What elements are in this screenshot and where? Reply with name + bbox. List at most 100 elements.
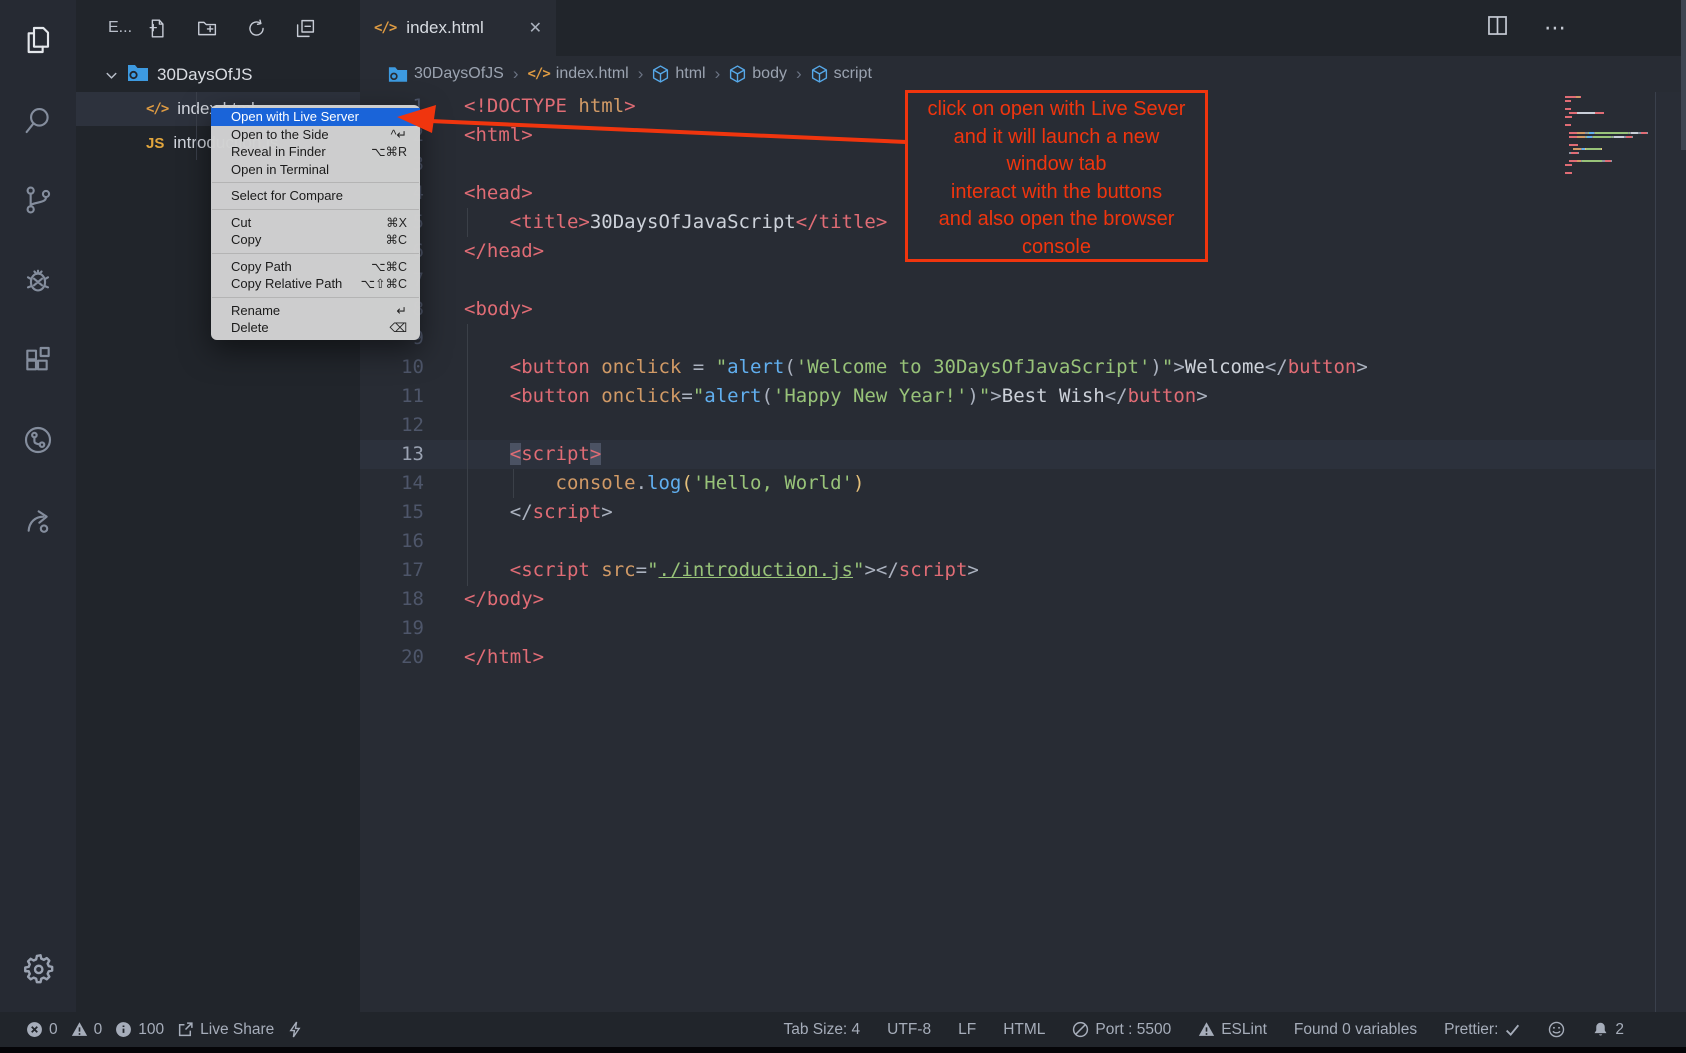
activity-item-run-and-debug[interactable] — [0, 240, 76, 320]
line-content — [424, 266, 464, 295]
eol-indicator[interactable]: LF — [958, 1021, 976, 1039]
language-indicator[interactable]: HTML — [1003, 1021, 1045, 1039]
menu-item-copy[interactable]: Copy ⌘C — [211, 231, 420, 249]
activity-item-source-control[interactable] — [0, 160, 76, 240]
menu-item-open-in-terminal[interactable]: Open in Terminal — [211, 161, 420, 179]
info-count[interactable]: 100 — [115, 1021, 164, 1039]
menu-item-delete[interactable]: Delete⌫ — [211, 319, 420, 337]
menu-item-label: Copy — [231, 232, 261, 247]
live-server-port[interactable]: Port : 5500 — [1072, 1021, 1171, 1039]
new-folder-icon[interactable] — [197, 18, 218, 39]
activity-item-extensions[interactable] — [0, 320, 76, 400]
bolt-icon[interactable] — [287, 1021, 304, 1038]
folder-icon — [388, 66, 408, 83]
activity-item-gitlens[interactable] — [0, 400, 76, 480]
explorer-actions — [148, 18, 316, 39]
live-share-button[interactable]: Live Share — [177, 1021, 274, 1039]
indent-guide — [513, 469, 514, 498]
eslint-status[interactable]: ESLint — [1198, 1021, 1267, 1039]
menu-item-open-with-live-server[interactable]: Open with Live Server — [211, 108, 420, 126]
line-number: 17 — [360, 556, 424, 585]
breadcrumb-item-body[interactable]: body — [729, 65, 787, 83]
code-line-8[interactable]: 8<body> — [360, 295, 1655, 324]
menu-item-shortcut: ^↵ — [391, 127, 407, 142]
breadcrumb-item-html[interactable]: html — [652, 65, 705, 83]
menu-item-select-for-compare[interactable]: Select for Compare — [211, 187, 420, 205]
line-content: </script> — [424, 498, 613, 527]
line-number: 14 — [360, 469, 424, 498]
menu-item-label: Select for Compare — [231, 188, 343, 203]
breadcrumb-item-script[interactable]: script — [811, 65, 872, 83]
problems-errors[interactable]: 0 — [26, 1021, 58, 1039]
variables-found[interactable]: Found 0 variables — [1294, 1021, 1417, 1039]
line-content: <html> — [424, 121, 533, 150]
code-line-12[interactable]: 12 — [360, 411, 1655, 440]
menu-item-reveal-in-finder[interactable]: Reveal in Finder⌥⌘R — [211, 143, 420, 161]
code-line-19[interactable]: 19 — [360, 614, 1655, 643]
code-line-17[interactable]: 17 <script src="./introduction.js"></scr… — [360, 556, 1655, 585]
menu-item-shortcut: ⌥⌘R — [371, 144, 407, 159]
window-bottom-edge — [0, 1047, 1686, 1053]
activity-item-live-share[interactable] — [0, 480, 76, 560]
line-content: <script src="./introduction.js"></script… — [424, 556, 979, 585]
code-line-13[interactable]: 13 <script> — [360, 440, 1655, 469]
notifications-bell[interactable]: 2 — [1592, 1021, 1624, 1039]
annotation-text-line: interact with the buttons — [908, 179, 1205, 207]
code-line-18[interactable]: 18</body> — [360, 585, 1655, 614]
menu-item-open-to-the-side[interactable]: Open to the Side ^↵ — [211, 126, 420, 144]
encoding-indicator[interactable]: UTF-8 — [887, 1021, 931, 1039]
menu-item-rename[interactable]: Rename↵ — [211, 302, 420, 320]
tab-index-html[interactable]: </> index.html ✕ — [360, 0, 556, 56]
more-actions-icon[interactable]: ⋯ — [1544, 15, 1568, 41]
breadcrumb-label: index.html — [556, 65, 629, 83]
root-folder-label: 30DaysOfJS — [157, 65, 252, 85]
tab-label: index.html — [406, 18, 483, 38]
menu-separator — [212, 253, 419, 254]
line-number: 11 — [360, 382, 424, 411]
code-line-9[interactable]: 9 — [360, 324, 1655, 353]
code-line-10[interactable]: 10 <button onclick = "alert('Welcome to … — [360, 353, 1655, 382]
tab-size-indicator[interactable]: Tab Size: 4 — [783, 1021, 860, 1039]
menu-item-copy-path[interactable]: Copy Path⌥⌘C — [211, 258, 420, 276]
menu-item-label: Cut — [231, 215, 251, 230]
tab-close-icon[interactable]: ✕ — [529, 18, 542, 38]
code-line-14[interactable]: 14 console.log('Hello, World') — [360, 469, 1655, 498]
collapse-folders-icon[interactable] — [295, 18, 316, 39]
menu-item-shortcut: ⌘C — [385, 232, 407, 247]
symbol-cube-icon — [652, 65, 669, 83]
menu-item-shortcut: ↵ — [397, 303, 407, 318]
minimap[interactable] — [1565, 96, 1657, 176]
prettier-status[interactable]: Prettier: — [1444, 1021, 1521, 1039]
feedback-smiley[interactable] — [1548, 1021, 1565, 1038]
line-content: console.log('Hello, World') — [424, 469, 864, 498]
code-line-15[interactable]: 15 </script> — [360, 498, 1655, 527]
code-line-20[interactable]: 20</html> — [360, 643, 1655, 672]
code-line-16[interactable]: 16 — [360, 527, 1655, 556]
code-line-11[interactable]: 11 <button onclick="alert('Happy New Yea… — [360, 382, 1655, 411]
line-content: </head> — [424, 237, 544, 266]
line-number: 18 — [360, 585, 424, 614]
html-file-icon: </> — [374, 20, 396, 36]
refresh-explorer-icon[interactable] — [246, 18, 267, 39]
new-file-icon[interactable] — [148, 18, 169, 39]
editor-scrollbar[interactable] — [1681, 0, 1686, 150]
menu-item-label: Open to the Side — [231, 127, 329, 142]
line-number: 19 — [360, 614, 424, 643]
problems-warnings[interactable]: 0 — [71, 1021, 103, 1039]
indent-guide — [467, 208, 468, 237]
settings-gear-icon[interactable] — [0, 928, 76, 1008]
breadcrumb-item-index-html[interactable]: </>index.html — [527, 65, 628, 83]
menu-item-copy-relative-path[interactable]: Copy Relative Path⌥⇧⌘C — [211, 275, 420, 293]
menu-item-cut[interactable]: Cut⌘X — [211, 214, 420, 232]
menu-item-label: Copy Relative Path — [231, 276, 342, 291]
line-number: 20 — [360, 643, 424, 672]
activity-item-search[interactable] — [0, 80, 76, 160]
split-editor-icon[interactable] — [1487, 15, 1508, 41]
code-line-7[interactable]: 7 — [360, 266, 1655, 295]
activity-item-explorer[interactable] — [0, 0, 76, 80]
breadcrumb-label: script — [834, 65, 872, 83]
editor-tab-bar: </> index.html ✕ ⋯ — [360, 0, 1686, 56]
vscode-window: E... 30DaysOfJS </> index.html JS introd… — [0, 0, 1686, 1053]
breadcrumb-item-30daysofjs[interactable]: 30DaysOfJS — [388, 65, 504, 83]
tree-root-folder[interactable]: 30DaysOfJS — [76, 58, 360, 92]
